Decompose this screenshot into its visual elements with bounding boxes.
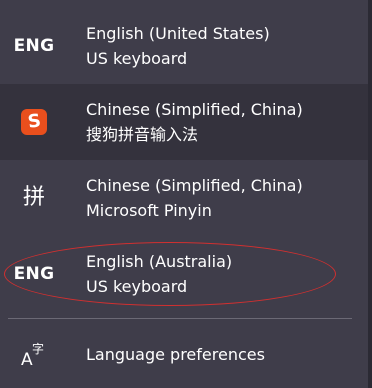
sogou-icon: S — [21, 109, 47, 135]
language-preferences-link[interactable]: A 字 Language preferences — [0, 320, 368, 388]
eng-icon: ENG — [13, 36, 55, 56]
language-item-english-australia[interactable]: ENG English (Australia) US keyboard — [0, 236, 368, 312]
pinyin-icon: 拼 — [22, 185, 45, 210]
language-name: Chinese (Simplified, China) — [86, 176, 303, 195]
eng-icon: ENG — [13, 264, 55, 284]
language-name: English (United States) — [86, 24, 270, 43]
divider — [8, 318, 352, 319]
flyout-edge — [368, 0, 372, 388]
svg-text:字: 字 — [32, 341, 44, 356]
language-icon: A 字 — [10, 320, 58, 388]
keyboard-name: US keyboard — [86, 49, 188, 68]
language-flyout: ENG English (United States) US keyboard … — [0, 0, 372, 388]
language-item-chinese-pinyin[interactable]: 拼 Chinese (Simplified, China) Microsoft … — [0, 160, 368, 236]
language-preferences-label: Language preferences — [86, 344, 265, 364]
language-glyph: A 字 — [21, 341, 44, 369]
language-item-chinese-sogou[interactable]: S Chinese (Simplified, China) 搜狗拼音输入法 — [0, 84, 368, 160]
language-name: English (Australia) — [86, 252, 233, 271]
language-item-english-us[interactable]: ENG English (United States) US keyboard — [0, 8, 368, 84]
language-name: Chinese (Simplified, China) — [86, 100, 303, 119]
keyboard-name: 搜狗拼音输入法 — [86, 125, 199, 144]
keyboard-name: US keyboard — [86, 277, 188, 296]
keyboard-name: Microsoft Pinyin — [86, 201, 212, 220]
